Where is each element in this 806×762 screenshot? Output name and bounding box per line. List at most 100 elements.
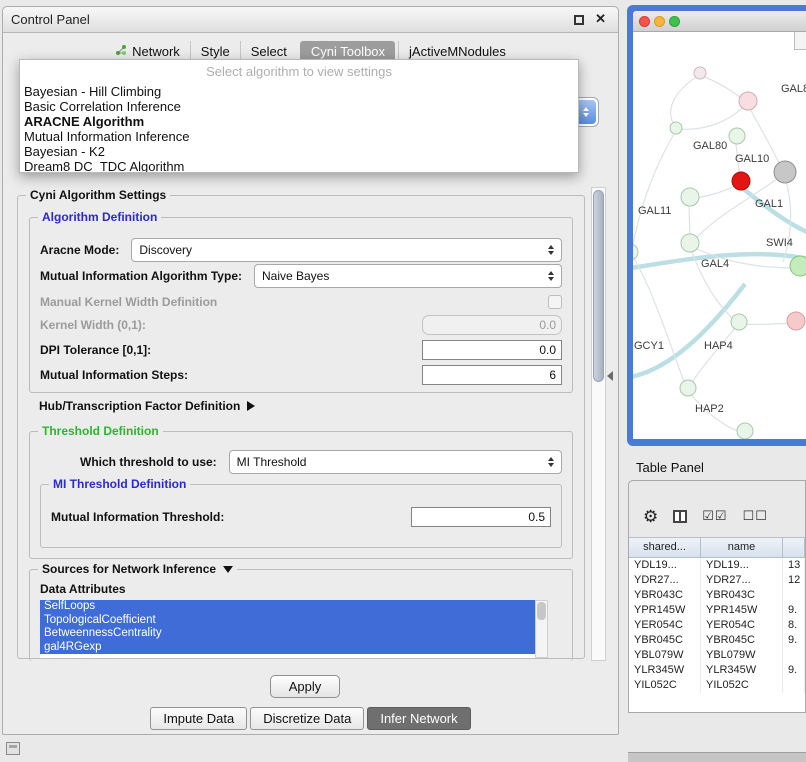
sources-toggle[interactable]: Sources for Network Inference [38,562,237,576]
column-header-extra[interactable] [783,537,805,558]
mi-steps-field[interactable]: 6 [422,365,562,385]
hidden-panel-icon[interactable] [6,742,20,755]
tab-discretize-data[interactable]: Discretize Data [250,707,364,730]
bottom-tab-bar: Impute DataDiscretize DataInfer Network [3,707,618,730]
attribute-selfloops[interactable]: SelfLoops [40,600,548,614]
window-title: Control Panel [11,12,90,27]
network-node[interactable] [732,172,750,190]
table-cell: YER054C [701,618,783,633]
network-node[interactable] [729,128,745,144]
settings-group-title: Cyni Algorithm Settings [26,188,170,202]
float-window-icon[interactable] [574,15,584,25]
chevron-right-icon [247,401,255,411]
tab-label: Cyni Toolbox [311,44,385,59]
scrollbar-thumb[interactable] [593,190,604,382]
bottom-strip [628,752,806,762]
tab-label: jActiveMNodules [409,44,506,59]
network-node[interactable] [694,67,706,79]
table-row[interactable]: YBR045CYBR045C9. [629,633,805,648]
table-cell: YLR345W [629,663,701,678]
data-attributes-list[interactable]: SelfLoopsTopologicalCoefficientBetweenne… [40,600,548,658]
tab-infer-network[interactable]: Infer Network [367,707,470,730]
which-threshold-row: Which threshold to use: MI Threshold [80,450,562,474]
attributes-list-scrollbar[interactable] [535,600,548,658]
tab-label: Style [201,44,230,59]
kernel-width-field[interactable]: 0.0 [422,315,562,335]
hub-definition-label: Hub/Transcription Factor Definition [39,399,240,413]
splitter-collapse-arrow[interactable] [607,371,613,381]
table-cell: 9. [783,603,805,618]
threshold-definition-group: Threshold Definition Which threshold to … [29,431,573,559]
network-node[interactable] [790,256,806,276]
dropdown-item-bayesian-k2[interactable]: Bayesian - K2 [20,144,578,159]
scrollbar-thumb[interactable] [537,602,546,620]
aracne-mode-value: Discovery [139,243,192,257]
table-panel-title: Table Panel [636,460,704,475]
table-row[interactable]: YBR043CYBR043C [629,588,805,603]
mi-type-row: Mutual Information Algorithm Type: Naive… [40,264,562,288]
mi-threshold-row: Mutual Information Threshold: 0.5 [51,507,551,527]
network-node[interactable] [774,161,796,183]
select-all-checkboxes-icon[interactable]: ☑☑ [702,508,727,524]
table-cell: YBR045C [629,633,701,648]
network-node[interactable] [633,244,638,260]
data-attributes-label: Data Attributes [40,582,126,596]
column-header-name[interactable]: name [701,537,783,558]
tab-impute-data[interactable]: Impute Data [150,707,247,730]
apply-button[interactable]: Apply [270,675,340,698]
algorithm-dropdown-list: Select algorithm to view settings Bayesi… [19,59,579,173]
table-row[interactable]: YLR345WYLR345W9. [629,663,805,678]
hub-definition-toggle[interactable]: Hub/Transcription Factor Definition [39,399,255,413]
dropdown-placeholder: Select algorithm to view settings [20,60,578,84]
columns-icon[interactable] [673,510,687,523]
network-node[interactable] [681,188,699,206]
network-node[interactable] [737,423,753,439]
dropdown-item-bayesian-hill-climbing[interactable]: Bayesian - Hill Climbing [20,84,578,99]
close-traffic-light-icon[interactable] [639,16,650,27]
table-cell: YLR345W [701,663,783,678]
zoom-traffic-light-icon[interactable] [669,16,680,27]
dpi-tolerance-field[interactable]: 0.0 [422,340,562,360]
updown-arrows-icon [548,271,554,281]
network-node[interactable] [787,312,805,330]
mi-threshold-field[interactable]: 0.5 [411,507,551,527]
table-row[interactable]: YER054CYER054C8. [629,618,805,633]
manual-kernel-checkbox[interactable] [548,295,562,309]
table-cell: 9. [783,633,805,648]
dropdown-item-basic-correlation-inference[interactable]: Basic Correlation Inference [20,99,578,114]
aracne-mode-select[interactable]: Discovery [131,238,562,262]
settings-scrollbar[interactable] [591,187,606,661]
attribute-betweennesscentrality[interactable]: BetweennessCentrality [40,627,548,641]
gear-icon[interactable]: ⚙ [643,508,658,525]
dropdown-item-dream8-dc-tdc-algorithm[interactable]: Dream8 DC_TDC Algorithm [20,159,578,173]
which-threshold-select[interactable]: MI Threshold [229,450,562,474]
minimize-traffic-light-icon[interactable] [654,16,665,27]
dropdown-item-mutual-information-inference[interactable]: Mutual Information Inference [20,129,578,144]
control-panel-titlebar[interactable]: Control Panel ✕ [3,7,618,33]
table-row[interactable]: YIL052CYIL052C [629,678,805,693]
mi-threshold-group-title: MI Threshold Definition [49,477,190,491]
table-cell: YBR043C [629,588,701,603]
network-node[interactable] [731,314,747,330]
dpi-tolerance-row: DPI Tolerance [0,1]: 0.0 [40,340,562,360]
network-node[interactable] [680,380,696,396]
dropdown-items: Bayesian - Hill ClimbingBasic Correlatio… [20,84,578,173]
network-node[interactable] [739,92,757,110]
dropdown-item-aracne-algorithm[interactable]: ARACNE Algorithm [20,114,578,129]
network-window-titlebar[interactable] [633,11,806,32]
attribute-gal4rgexp[interactable]: gal4RGexp [40,641,548,655]
table-cell: YDR27... [701,573,783,588]
network-canvas[interactable]: GAL8GAL80GAL10GAL11GAL1SWI4GAL4GCY1HAP4H… [633,32,806,439]
network-icon [115,44,127,59]
deselect-all-checkboxes-icon[interactable]: ☐☐ [743,508,768,524]
mi-type-select[interactable]: Naive Bayes [254,264,562,288]
close-icon[interactable]: ✕ [595,11,606,27]
table-row[interactable]: YDR27...YDR27...12 [629,573,805,588]
column-header-shared[interactable]: shared... [629,537,701,558]
network-node[interactable] [681,234,699,252]
network-node[interactable] [670,122,682,134]
table-row[interactable]: YBL079WYBL079W [629,648,805,663]
table-row[interactable]: YPR145WYPR145W9. [629,603,805,618]
table-row[interactable]: YDL19...YDL19...13 [629,558,805,573]
attribute-topologicalcoefficient[interactable]: TopologicalCoefficient [40,614,548,628]
